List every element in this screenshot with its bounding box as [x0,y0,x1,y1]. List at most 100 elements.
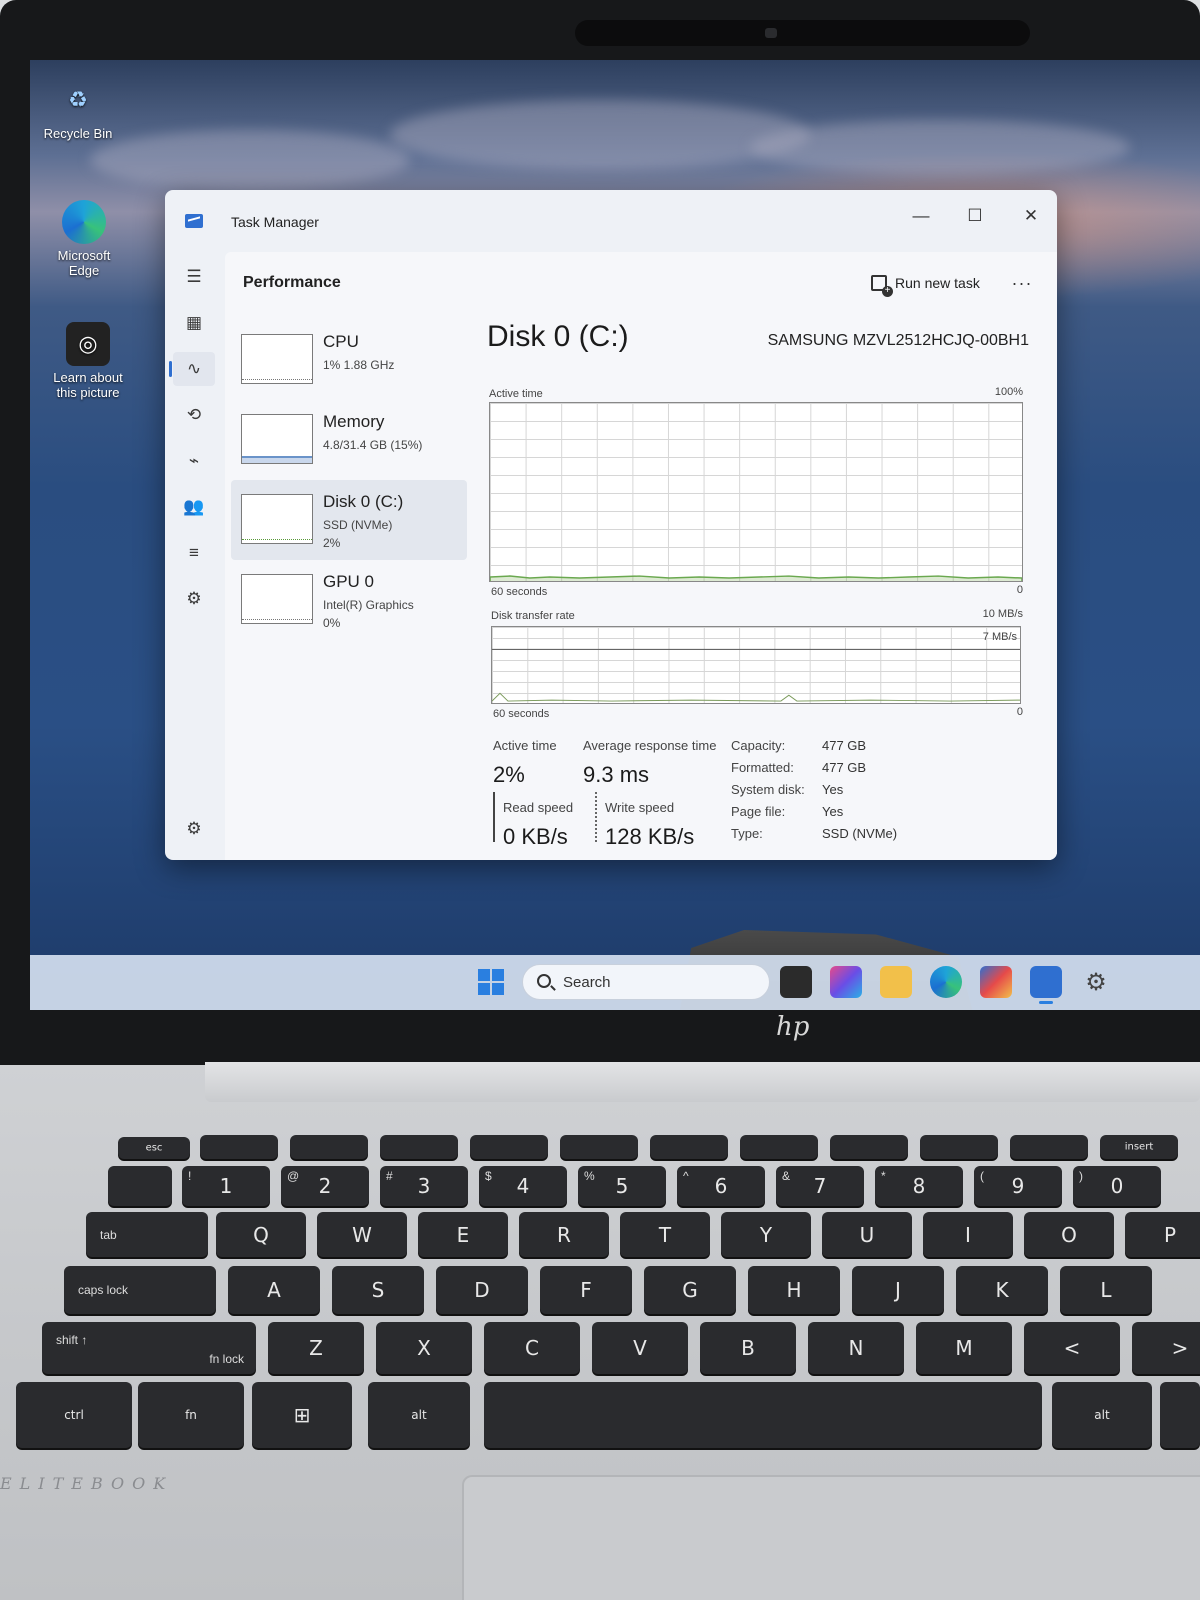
key-a[interactable]: A [228,1266,320,1314]
key-e[interactable]: E [418,1212,508,1257]
store-icon[interactable] [980,966,1012,998]
key-function-2[interactable] [290,1135,368,1159]
key-function-5[interactable] [560,1135,638,1159]
key-ctrl[interactable]: ctrl [16,1382,132,1448]
key-h[interactable]: H [748,1266,840,1314]
key-fn[interactable]: fn [138,1382,244,1448]
key-8[interactable]: 8 * [875,1166,963,1206]
resource-item-memory[interactable]: Memory 4.8/31.4 GB (15%) [231,400,467,480]
key-7[interactable]: 7 & [776,1166,864,1206]
key-y[interactable]: Y [721,1212,811,1257]
key-l[interactable]: L [1060,1266,1152,1314]
key-row-z-3[interactable]: C [484,1322,580,1374]
start-button[interactable] [478,969,504,995]
resource-item-cpu[interactable]: CPU 1% 1.88 GHz [231,320,467,400]
recycle-bin-icon: ♻ [68,87,88,112]
app-history-icon[interactable]: ⟲ [173,398,215,432]
key-windows[interactable]: ⊞ [252,1382,352,1448]
key-ctrl-right[interactable] [1160,1382,1200,1448]
key-function-10[interactable] [1010,1135,1088,1159]
key-function-9[interactable] [920,1135,998,1159]
type-value: SSD (NVMe) [822,826,898,841]
key-esc[interactable]: esc [118,1137,190,1159]
key-row-z-7[interactable]: M [916,1322,1012,1374]
performance-icon[interactable]: ∿ [169,352,215,386]
key-g[interactable]: G [644,1266,736,1314]
touchpad[interactable] [462,1475,1200,1600]
key-alt-left[interactable]: alt [368,1382,470,1448]
services-icon[interactable]: ⚙ [173,582,215,616]
users-icon[interactable]: 👥 [173,490,215,524]
startup-apps-icon[interactable]: ⌁ [173,444,215,478]
file-explorer-icon[interactable] [880,966,912,998]
more-options-button[interactable]: ··· [1005,268,1039,298]
key-w[interactable]: W [317,1212,407,1257]
copilot-icon[interactable] [830,966,862,998]
key-4[interactable]: 4 $ [479,1166,567,1206]
run-new-task-button[interactable]: Run new task [865,268,986,298]
key-backtick[interactable] [108,1166,172,1206]
key-function-11[interactable]: insert [1100,1135,1178,1159]
key-row-z-6[interactable]: N [808,1322,904,1374]
key-alt-right[interactable]: alt [1052,1382,1152,1448]
key-function-8[interactable] [830,1135,908,1159]
taskbar: Search ⚙ [30,955,1200,1010]
key-5[interactable]: 5% [578,1166,666,1206]
key-r[interactable]: R [519,1212,609,1257]
key-s[interactable]: S [332,1266,424,1314]
active-time-graph [489,402,1023,582]
key-function-1[interactable] [200,1135,278,1159]
maximize-button[interactable]: ☐ [955,200,995,232]
key-k[interactable]: K [956,1266,1048,1314]
desktop-icon-edge[interactable]: Microsoft Edge [34,200,134,278]
desktop-icon-recycle-bin[interactable]: ♻ Recycle Bin [30,78,126,141]
details-icon[interactable]: ≡ [173,536,215,570]
key-function-6[interactable] [650,1135,728,1159]
task-view-icon[interactable] [780,966,812,998]
key-caps-lock[interactable]: caps lock [64,1266,216,1314]
desktop-icon-learn-picture[interactable]: ◎ Learn about this picture [38,322,138,400]
key-q[interactable]: Q [216,1212,306,1257]
taskbar-search[interactable]: Search [522,964,770,1000]
key-9[interactable]: 9( [974,1166,1062,1206]
hamburger-icon[interactable]: ☰ [173,260,215,294]
key-i[interactable]: I [923,1212,1013,1257]
processes-icon[interactable]: ▦ [173,306,215,340]
key-space[interactable] [484,1382,1042,1448]
key-row-z-8[interactable]: < [1024,1322,1120,1374]
key-row-z-2[interactable]: X [376,1322,472,1374]
key-f[interactable]: F [540,1266,632,1314]
key-u[interactable]: U [822,1212,912,1257]
task-manager-taskbar-icon[interactable] [1030,966,1062,1004]
key-6[interactable]: 6 ^ [677,1166,765,1206]
key-row-z-4[interactable]: V [592,1322,688,1374]
key-0[interactable]: 0) [1073,1166,1161,1206]
key-row-z-1[interactable]: Z [268,1322,364,1374]
close-button[interactable]: ✕ [1011,200,1051,232]
key-row-z-5[interactable]: B [700,1322,796,1374]
settings-taskbar-icon[interactable]: ⚙ [1080,966,1112,998]
transfer-rate-scale-mark: 7 MB/s [982,631,1017,643]
minimize-button[interactable]: — [901,200,941,232]
title-bar[interactable]: Task Manager — ☐ ✕ [165,190,1057,252]
key-tab[interactable]: tab [86,1212,208,1257]
key-function-3[interactable] [380,1135,458,1159]
read-speed-separator [493,792,495,842]
edge-taskbar-icon[interactable] [930,966,962,998]
key-row-z-9[interactable]: > [1132,1322,1200,1374]
key-3[interactable]: 3 # [380,1166,468,1206]
key-o[interactable]: O [1024,1212,1114,1257]
settings-icon[interactable]: ⚙ [173,812,215,846]
key-p[interactable]: P [1125,1212,1200,1257]
key-1[interactable]: 1! [182,1166,270,1206]
brand-label: ELITEBOOK [0,1474,174,1493]
key-t[interactable]: T [620,1212,710,1257]
resource-item-gpu[interactable]: GPU 0 Intel(R) Graphics 0% [231,560,467,640]
key-shift[interactable]: shift ↑ fn lock [42,1322,256,1374]
resource-item-disk[interactable]: Disk 0 (C:) SSD (NVMe) 2% [231,480,467,560]
key-function-7[interactable] [740,1135,818,1159]
key-function-4[interactable] [470,1135,548,1159]
key-j[interactable]: J [852,1266,944,1314]
key-d[interactable]: D [436,1266,528,1314]
key-2[interactable]: 2 @ [281,1166,369,1206]
